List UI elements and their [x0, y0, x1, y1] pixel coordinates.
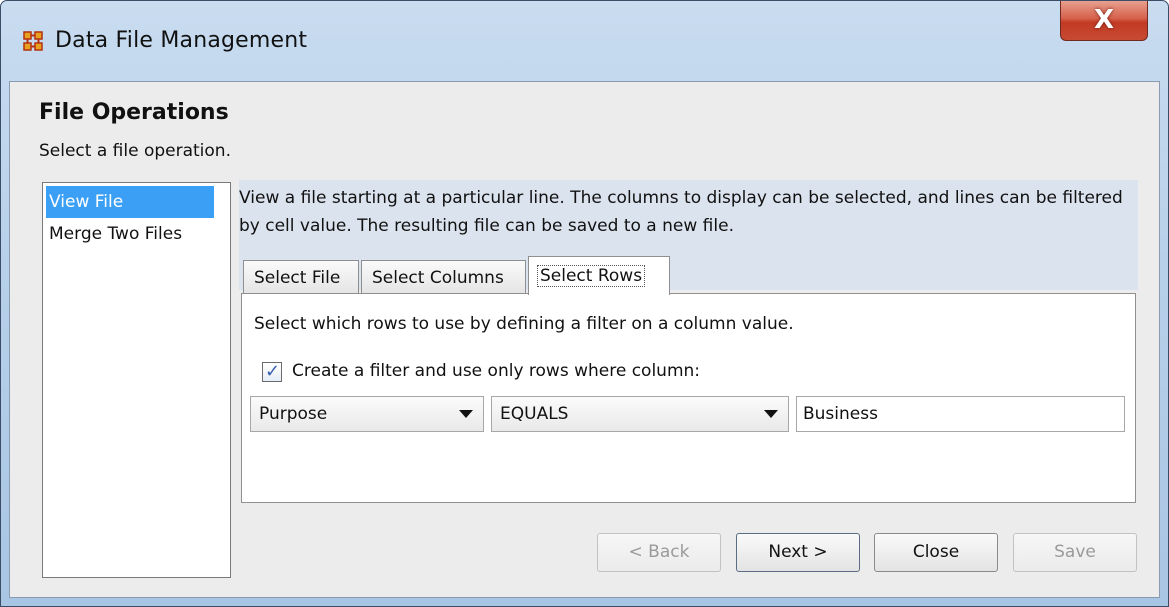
page-title: File Operations [39, 100, 229, 125]
column-select[interactable]: Purpose [250, 396, 484, 432]
save-button[interactable]: Save [1013, 533, 1137, 572]
dialog-window: Data File Management X File Operations S… [0, 0, 1169, 607]
close-button[interactable]: Close [874, 533, 998, 572]
column-select-value: Purpose [259, 404, 328, 424]
checkmark-icon: ✓ [265, 361, 281, 382]
select-rows-panel: Select which rows to use by defining a f… [241, 293, 1136, 503]
page-subtitle: Select a file operation. [39, 141, 231, 161]
window-title: Data File Management [55, 28, 308, 53]
tab-select-columns[interactable]: Select Columns [361, 260, 526, 294]
operation-description: View a file starting at a particular lin… [239, 188, 1123, 236]
dialog-content: File Operations Select a file operation.… [9, 81, 1160, 598]
filter-checkbox-label[interactable]: Create a filter and use only rows where … [292, 361, 700, 381]
back-button[interactable]: < Back [597, 533, 721, 572]
operator-select-value: EQUALS [500, 404, 569, 424]
tab-select-rows[interactable]: Select Rows [528, 256, 670, 295]
operation-item-view-file[interactable]: View File [46, 186, 214, 218]
close-icon: X [1093, 5, 1115, 35]
filter-checkbox[interactable]: ✓ [262, 361, 282, 382]
select-rows-instruction: Select which rows to use by defining a f… [254, 314, 794, 334]
close-window-button[interactable]: X [1060, 1, 1148, 41]
operation-item-merge-two-files[interactable]: Merge Two Files [46, 218, 214, 250]
operation-list[interactable]: View File Merge Two Files [42, 182, 231, 578]
title-bar[interactable]: Data File Management X [1, 1, 1168, 81]
filter-value-field[interactable] [796, 396, 1125, 432]
filter-value-input[interactable] [803, 404, 1103, 424]
next-button[interactable]: Next > [736, 533, 860, 572]
chevron-down-icon [764, 410, 778, 418]
app-icon [23, 31, 43, 51]
tab-select-file[interactable]: Select File [243, 260, 359, 294]
chevron-down-icon [459, 410, 473, 418]
operator-select[interactable]: EQUALS [491, 396, 789, 432]
tab-label: Select Rows [537, 265, 646, 287]
